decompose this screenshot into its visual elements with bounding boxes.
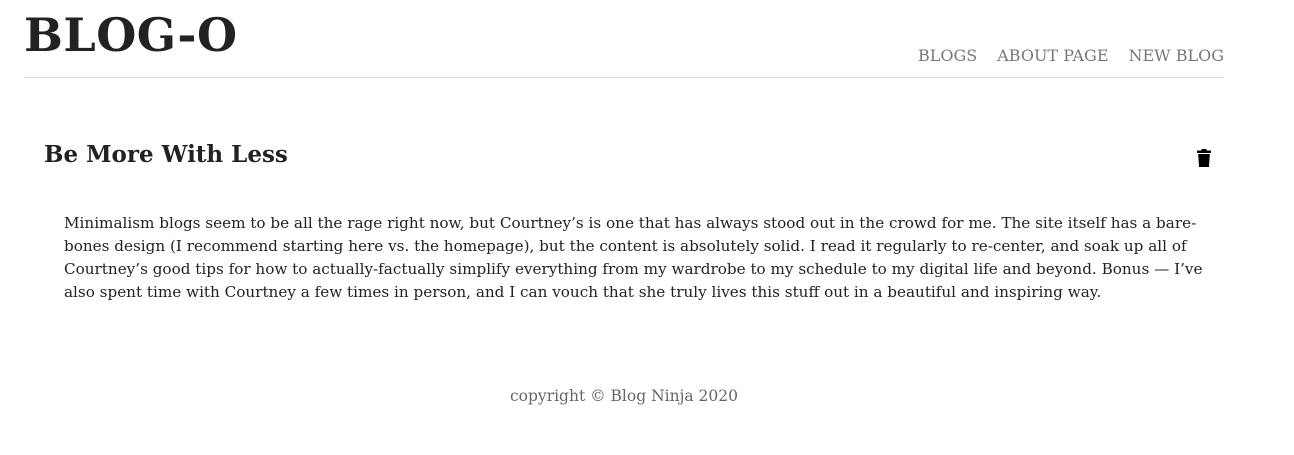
nav-link-new-blog[interactable]: NEW BLOG (1129, 45, 1225, 67)
site-title[interactable]: BLOG-O (24, 8, 238, 62)
delete-post-button[interactable] (1194, 146, 1214, 170)
nav-link-blogs[interactable]: BLOGS (918, 45, 977, 67)
site-footer: copyright © Blog Ninja 2020 (510, 387, 738, 405)
nav-link-about-page[interactable]: ABOUT PAGE (997, 45, 1108, 67)
trash-icon (1197, 149, 1211, 167)
post-title: Be More With Less (44, 141, 288, 168)
site-header: BLOG-O BLOGS ABOUT PAGE NEW BLOG (24, 0, 1224, 78)
post-body: Minimalism blogs seem to be all the rage… (64, 214, 1203, 301)
main-nav: BLOGS ABOUT PAGE NEW BLOG (918, 45, 1224, 67)
